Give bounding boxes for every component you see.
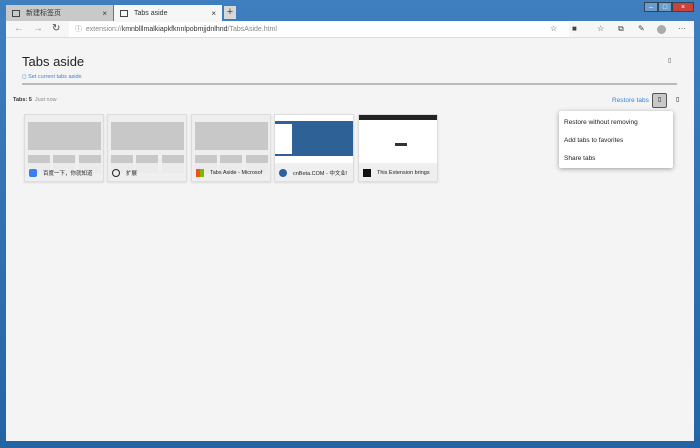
- page-title: Tabs aside: [22, 54, 85, 69]
- url-path: /TabsAside.html: [227, 26, 277, 33]
- td-icon: [363, 169, 371, 177]
- tab-card-title: This Extension brings: [377, 170, 430, 176]
- tab-new-tab[interactable]: 新建标签页 ×: [6, 5, 113, 21]
- more-menu-icon[interactable]: ···: [678, 24, 686, 33]
- delete-collection-button[interactable]: ▯: [676, 96, 679, 103]
- avatar[interactable]: [657, 25, 666, 34]
- divider: [22, 83, 677, 85]
- refresh-icon[interactable]: ↻: [52, 23, 60, 34]
- more-options-button[interactable]: ▯: [652, 93, 667, 108]
- collection-meta: Tabs: 5 Just now: [13, 97, 57, 103]
- url-prefix: extension://: [85, 26, 122, 33]
- page-content: Tabs aside ◻ Set current tabs aside ▯ Ta…: [6, 38, 694, 441]
- collection-menu: Restore without removing Add tabs to fav…: [559, 111, 673, 168]
- url-host: kmnblllmalkiapkfknnlpobmjjdnlhnd: [121, 26, 228, 33]
- browser-toolbar: ← → ↻ ⓘ extension://kmnblllmalkiapkfknnl…: [6, 21, 694, 38]
- menu-item-share-tabs[interactable]: Share tabs: [559, 151, 673, 169]
- collections-icon[interactable]: ⧉: [618, 24, 624, 34]
- address-bar[interactable]: ⓘ extension://kmnblllmalkiapkfknnlpobmjj…: [69, 22, 569, 37]
- restore-tabs-link[interactable]: Restore tabs: [612, 97, 649, 104]
- tab-card[interactable]: 百度一下，你就知道: [24, 114, 104, 182]
- tab-card-title: 扩展: [126, 171, 138, 177]
- tab-tabs-aside[interactable]: Tabs aside ×: [114, 5, 222, 21]
- menu-item-restore-without-removing[interactable]: Restore without removing: [559, 115, 673, 133]
- minimize-button[interactable]: –: [644, 2, 658, 12]
- menu-item-add-to-favorites[interactable]: Add tabs to favorites: [559, 133, 673, 151]
- new-tab-button[interactable]: +: [224, 6, 236, 19]
- tab-label: 新建标签页: [26, 10, 61, 17]
- tab-count: Tabs: 5: [13, 97, 32, 103]
- tab-card[interactable]: Tabs Aside - Microsof: [191, 114, 271, 182]
- collection-time: Just now: [34, 97, 57, 103]
- close-tab-icon[interactable]: ×: [211, 9, 216, 18]
- tab-card[interactable]: This Extension brings: [358, 114, 438, 182]
- back-icon[interactable]: ←: [14, 23, 24, 34]
- tabs-aside-icon[interactable]: ■: [572, 24, 577, 33]
- feedback-icon[interactable]: ✎: [638, 24, 645, 33]
- tab-card-title: cnBeta.COM - 中文业!: [293, 171, 348, 177]
- tab-card-title: 百度一下，你就知道: [43, 171, 93, 177]
- tab-card[interactable]: 扩展: [107, 114, 187, 182]
- favorites-icon[interactable]: ☆: [597, 24, 604, 33]
- forward-icon[interactable]: →: [33, 23, 43, 34]
- close-tab-icon[interactable]: ×: [102, 9, 107, 18]
- favorite-star-icon[interactable]: ☆: [550, 24, 557, 33]
- tab-label: Tabs aside: [134, 9, 168, 17]
- newtab-icon: [12, 9, 20, 17]
- set-aside-link[interactable]: ◻ Set current tabs aside: [22, 74, 82, 80]
- tab-card[interactable]: cnBeta.COM - 中文业!: [274, 114, 354, 182]
- maximize-button[interactable]: □: [658, 2, 672, 12]
- microsoft-icon: [196, 169, 204, 177]
- close-window-button[interactable]: ×: [672, 2, 694, 12]
- globe-icon: [112, 169, 120, 177]
- tab-card-title: Tabs Aside - Microsof: [210, 170, 263, 176]
- tabs-icon: [120, 9, 128, 17]
- cnbeta-icon: [279, 169, 287, 177]
- baidu-icon: [29, 169, 37, 177]
- options-icon[interactable]: ▯: [668, 57, 671, 64]
